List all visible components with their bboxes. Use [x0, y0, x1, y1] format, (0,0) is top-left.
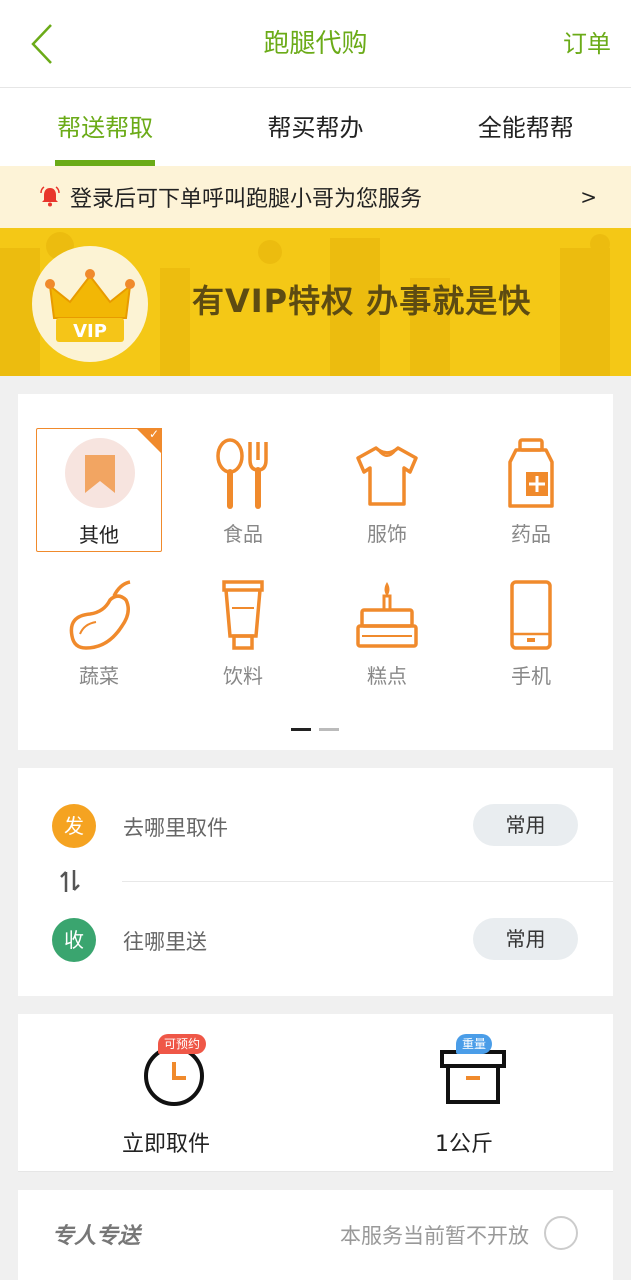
dedicated-delivery-row: 专人专送 本服务当前暂不开放 [18, 1190, 613, 1280]
bell-icon [40, 186, 60, 207]
medicine-bottle-icon [508, 438, 554, 508]
vip-slogan: 有VIP特权 办事就是快 [192, 282, 532, 320]
pickup-time-option[interactable]: 可预约 立即取件 [66, 1014, 266, 1172]
page-dot [319, 728, 339, 731]
send-badge: 发 [52, 804, 96, 848]
vip-badge-text: VIP [73, 321, 107, 342]
dedicated-delivery-title: 专人专送 [52, 1224, 141, 1249]
address-card: 发 去哪里取件 常用 收 往哪里送 常用 [18, 768, 613, 996]
delivery-common-button[interactable]: 常用 [473, 918, 578, 960]
category-label: 饮料 [223, 664, 263, 688]
crown-icon: VIP [45, 269, 135, 342]
category-vegetables[interactable]: 蔬菜 [36, 570, 162, 694]
delivery-address-input[interactable]: 往哪里送 [123, 926, 207, 956]
category-label: 蔬菜 [79, 664, 119, 688]
eggplant-icon [69, 580, 131, 650]
cake-icon [356, 582, 418, 648]
tab-buy-errand[interactable]: 帮买帮办 [210, 88, 420, 166]
vip-crown-badge: VIP [32, 246, 148, 362]
app-header: 跑腿代购 订单 [0, 0, 631, 88]
tab-all-round-help[interactable]: 全能帮帮 [421, 88, 631, 166]
page-title: 跑腿代购 [263, 29, 368, 59]
page-dot-active [291, 728, 311, 731]
pickup-address-input[interactable]: 去哪里取件 [123, 812, 228, 842]
item-category-grid: 其他 ✓ 食品 服饰 药品 蔬菜 饮料 糕点 手机 [18, 394, 613, 750]
weight-tag: 重量 [456, 1034, 493, 1054]
category-label: 食品 [223, 522, 263, 546]
category-clothing[interactable]: 服饰 [324, 428, 450, 552]
service-tabs: 帮送帮取 帮买帮办 全能帮帮 [0, 88, 631, 166]
weight-label: 1公斤 [435, 1132, 493, 1157]
order-options-card: 可预约 立即取件 重量 1公斤 [18, 1014, 613, 1172]
swap-icon[interactable] [58, 868, 82, 894]
login-notice-bar[interactable]: 登录后可下单呼叫跑腿小哥为您服务 > [0, 166, 631, 228]
vip-banner[interactable]: VIP 有VIP特权 办事就是快 [0, 228, 631, 376]
category-phone[interactable]: 手机 [468, 570, 594, 694]
phone-icon [510, 580, 552, 650]
weight-option[interactable]: 重量 1公斤 [364, 1014, 564, 1172]
divider [122, 881, 613, 882]
reservable-tag: 可预约 [158, 1034, 207, 1054]
check-icon: ✓ [148, 427, 159, 441]
bookmark-icon [65, 438, 135, 508]
category-drinks[interactable]: 饮料 [180, 570, 306, 694]
category-label: 其他 [79, 523, 119, 547]
tshirt-icon [356, 446, 418, 506]
orders-link[interactable]: 订单 [563, 0, 611, 88]
category-label: 药品 [511, 522, 551, 546]
category-food[interactable]: 食品 [180, 428, 306, 552]
category-pastry[interactable]: 糕点 [324, 570, 450, 694]
page-indicator [291, 728, 351, 732]
pickup-common-button[interactable]: 常用 [473, 804, 578, 846]
dedicated-delivery-radio[interactable] [544, 1216, 578, 1250]
category-other[interactable]: 其他 ✓ [36, 427, 162, 552]
notice-text: 登录后可下单呼叫跑腿小哥为您服务 [70, 187, 423, 212]
category-medicine[interactable]: 药品 [468, 428, 594, 552]
chevron-right-icon: > [580, 185, 597, 209]
category-label: 服饰 [367, 522, 407, 546]
tab-deliver-pickup[interactable]: 帮送帮取 [0, 88, 210, 166]
category-label: 手机 [511, 664, 551, 688]
pickup-time-label: 立即取件 [121, 1132, 210, 1157]
service-unavailable-note: 本服务当前暂不开放 [340, 1224, 529, 1248]
category-label: 糕点 [367, 664, 407, 688]
receive-badge: 收 [52, 918, 96, 962]
spoon-fork-icon [216, 438, 268, 509]
cup-icon [222, 580, 264, 650]
